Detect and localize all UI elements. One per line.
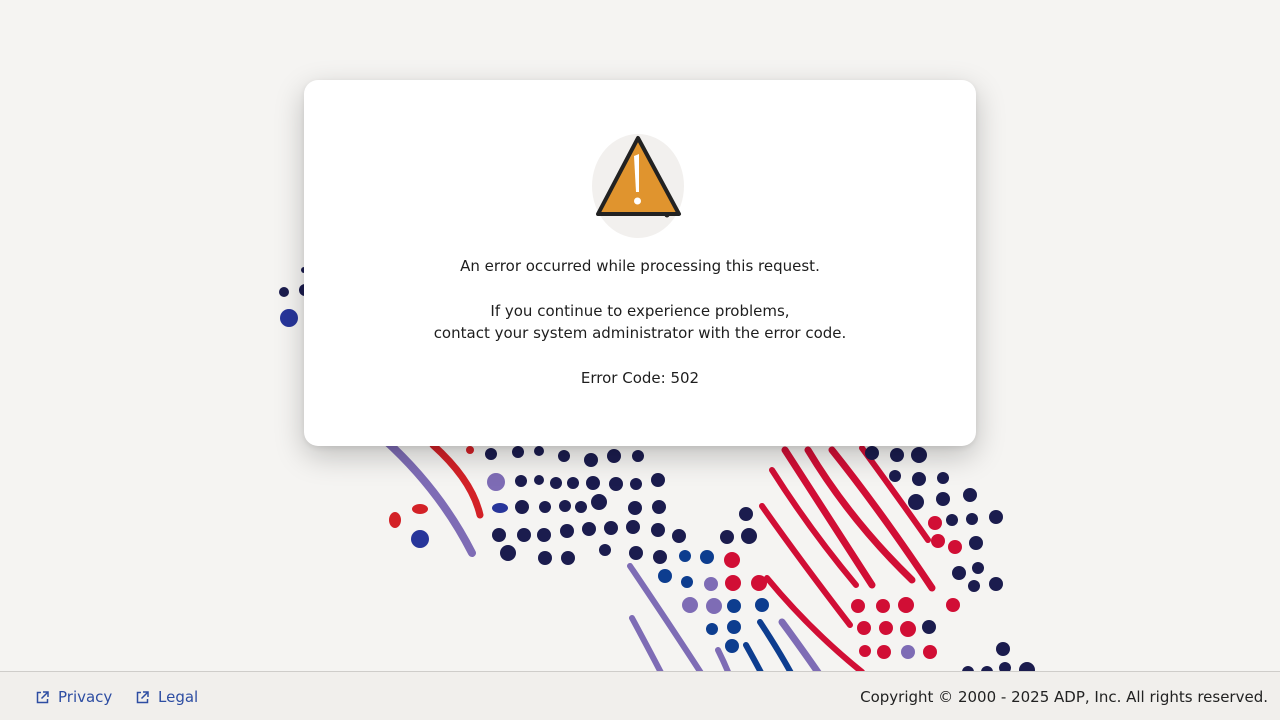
- legal-link-label: Legal: [158, 688, 199, 706]
- external-link-icon: [36, 690, 49, 703]
- external-link-icon: [136, 690, 149, 703]
- warning-triangle-icon: [592, 134, 684, 238]
- copyright-text: Copyright © 2000 - 2025 ADP, Inc. All ri…: [860, 688, 1268, 706]
- footer: Privacy Legal Copyright © 2000 - 2025 AD…: [0, 671, 1280, 720]
- error-hint-line-1: If you continue to experience problems,: [490, 302, 790, 320]
- privacy-link[interactable]: Privacy: [36, 686, 112, 708]
- privacy-link-label: Privacy: [58, 688, 113, 706]
- error-message: An error occurred while processing this …: [460, 257, 820, 275]
- error-hint-line-2: contact your system administrator with t…: [433, 324, 847, 342]
- error-dialog: An error occurred while processing this …: [304, 80, 976, 446]
- legal-link[interactable]: Legal: [136, 686, 198, 708]
- error-page: An error occurred while processing this …: [0, 0, 1280, 720]
- error-code: Error Code: 502: [580, 369, 700, 387]
